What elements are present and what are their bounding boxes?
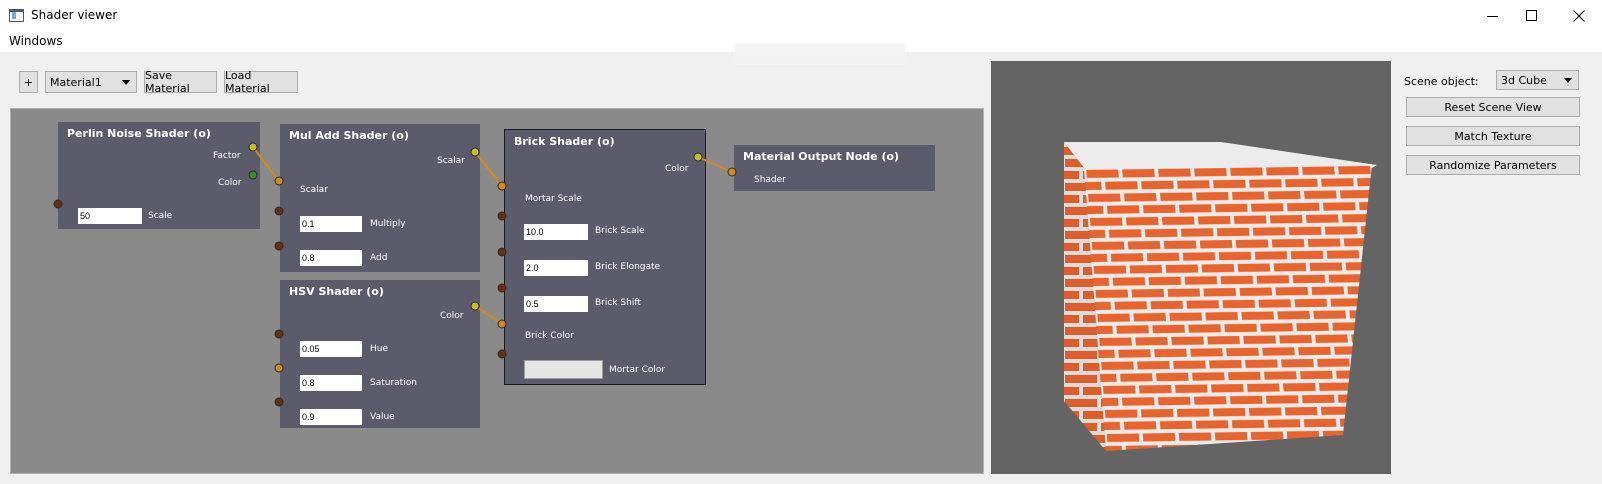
add-material-button[interactable]: + (19, 71, 38, 93)
node-title: Mul Add Shader (o) (289, 129, 409, 142)
port-label-color-out: Color (665, 164, 689, 174)
node-title: Perlin Noise Shader (o) (67, 127, 211, 140)
scene-object-label: Scene object: (1404, 75, 1479, 88)
node-title: HSV Shader (o) (289, 285, 384, 298)
load-material-button[interactable]: Load Material (224, 69, 298, 95)
multiply-input[interactable] (300, 216, 362, 232)
port-label-saturation: Saturation (370, 378, 417, 388)
brick-shift-input[interactable] (524, 296, 588, 312)
hue-input[interactable] (300, 341, 362, 357)
port-label-value: Value (370, 412, 395, 422)
brick-cube-render (1064, 142, 1377, 451)
close-icon (1573, 10, 1585, 22)
port-label-brick-scale: Brick Scale (595, 226, 645, 236)
save-material-button[interactable]: Save Material (144, 69, 217, 95)
port-label-brick-shift: Brick Shift (595, 298, 641, 308)
port-label-mortar-scale: Mortar Scale (525, 194, 582, 204)
scene-object-value: 3d Cube (1501, 73, 1547, 87)
material-select-value: Material1 (50, 75, 102, 89)
brick-elongate-input[interactable] (524, 260, 588, 276)
drag-ghost (735, 43, 905, 65)
node-title: Brick Shader (o) (514, 135, 615, 148)
3d-viewport[interactable] (991, 61, 1391, 474)
chevron-down-icon (122, 80, 130, 85)
add-input[interactable] (300, 250, 362, 266)
material-select[interactable]: Material1 (45, 71, 137, 93)
port-label-hue: Hue (370, 344, 389, 354)
port-label-scalar-out: Scalar (437, 156, 465, 166)
menu-windows[interactable]: Windows (9, 34, 63, 48)
mortar-color-swatch[interactable] (524, 360, 603, 379)
node-mul-add[interactable]: Mul Add Shader (o) Scalar Scalar Multipl… (280, 124, 480, 272)
value-input[interactable] (300, 409, 362, 425)
port-label-mortar-color: Mortar Color (609, 365, 666, 375)
port-label-factor: Factor (213, 151, 241, 161)
port-label-color: Color (218, 178, 242, 188)
port-label-add: Add (370, 253, 388, 263)
scale-input[interactable] (78, 208, 142, 224)
port-label-scalar-in: Scalar (300, 185, 328, 195)
port-label-scale: Scale (148, 211, 173, 221)
port-label-brick-color: Brick Color (525, 331, 574, 341)
port-label-color-out: Color (440, 311, 464, 321)
maximize-icon (1526, 10, 1537, 21)
node-hsv[interactable]: HSV Shader (o) Color Hue Saturation Valu… (280, 280, 480, 428)
port-label-brick-elongate: Brick Elongate (595, 262, 661, 272)
scene-object-select[interactable]: 3d Cube (1496, 70, 1579, 90)
node-perlin-noise[interactable]: Perlin Noise Shader (o) Factor Color Sca… (58, 122, 260, 229)
minimize-icon (1487, 16, 1498, 17)
chevron-down-icon (1564, 78, 1572, 83)
reset-scene-view-button[interactable]: Reset Scene View (1406, 97, 1580, 117)
randomize-parameters-button[interactable]: Randomize Parameters (1406, 155, 1580, 175)
close-button[interactable] (1556, 0, 1602, 32)
saturation-input[interactable] (300, 375, 362, 391)
brick-scale-input[interactable] (524, 224, 588, 240)
app-icon (9, 9, 24, 22)
node-brick[interactable]: Brick Shader (o) Color Mortar Scale Bric… (504, 129, 706, 385)
cube-top-face (1064, 142, 1377, 168)
title-bar: Shader viewer (0, 0, 1602, 32)
maximize-button[interactable] (1509, 0, 1555, 32)
port-label-shader: Shader (754, 175, 786, 185)
node-title: Material Output Node (o) (743, 150, 900, 163)
node-material-output[interactable]: Material Output Node (o) Shader (734, 145, 935, 191)
port-label-multiply: Multiply (370, 219, 406, 229)
match-texture-button[interactable]: Match Texture (1406, 126, 1580, 146)
window-title: Shader viewer (31, 8, 118, 22)
